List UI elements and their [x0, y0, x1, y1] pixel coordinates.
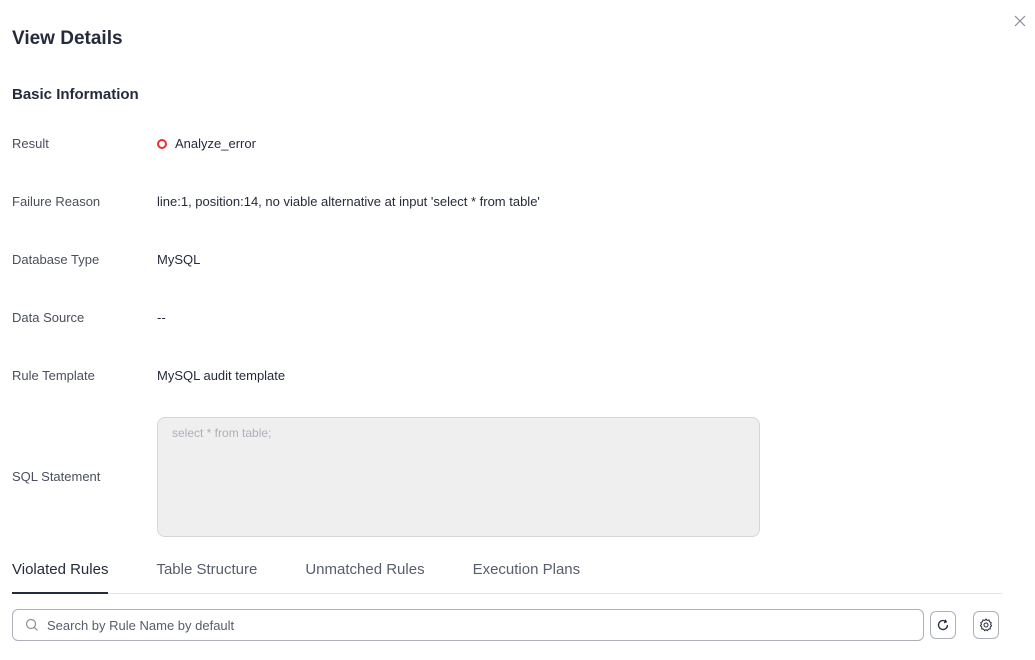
database-type-value: MySQL — [157, 252, 201, 267]
failure-reason-value: line:1, position:14, no viable alternati… — [157, 194, 540, 209]
search-box[interactable] — [12, 609, 924, 641]
search-icon — [25, 618, 39, 632]
result-value: Analyze_error — [175, 136, 256, 151]
dialog-title: View Details — [12, 28, 123, 49]
refresh-button[interactable] — [930, 611, 956, 639]
close-icon[interactable] — [1011, 12, 1029, 30]
section-heading-basic-information: Basic Information — [12, 86, 139, 103]
view-details-dialog: View Details Basic Information Result An… — [0, 0, 1035, 660]
rule-template-row: Rule Template MySQL audit template — [12, 367, 285, 385]
data-source-value: -- — [157, 310, 166, 325]
rule-template-link[interactable]: MySQL audit template — [157, 367, 285, 385]
refresh-icon — [936, 618, 950, 632]
result-status: Analyze_error — [157, 135, 256, 153]
sql-statement-label: SQL Statement — [12, 469, 101, 484]
settings-button[interactable] — [973, 611, 999, 639]
search-input[interactable] — [45, 616, 923, 634]
result-label: Result — [12, 136, 49, 151]
tab-violated-rules[interactable]: Violated Rules — [12, 559, 109, 594]
database-type-label: Database Type — [12, 252, 100, 267]
data-source-row: Data Source -- — [12, 309, 166, 327]
gear-icon — [979, 618, 993, 632]
sql-statement-textarea[interactable]: select * from table; — [157, 417, 760, 537]
result-row: Result Analyze_error — [12, 135, 256, 153]
data-source-label: Data Source — [12, 310, 85, 325]
failure-reason-label: Failure Reason — [12, 194, 101, 209]
failure-reason-row: Failure Reason line:1, position:14, no v… — [12, 193, 540, 211]
rule-template-label: Rule Template — [12, 368, 95, 383]
tab-unmatched-rules[interactable]: Unmatched Rules — [305, 559, 424, 593]
detail-tabs: Violated Rules Table Structure Unmatched… — [12, 559, 1002, 594]
sql-statement-row: SQL Statement — [12, 468, 157, 486]
tab-execution-plans[interactable]: Execution Plans — [473, 559, 581, 593]
tab-table-structure[interactable]: Table Structure — [156, 559, 257, 593]
error-status-icon — [157, 139, 167, 149]
database-type-row: Database Type MySQL — [12, 251, 200, 269]
